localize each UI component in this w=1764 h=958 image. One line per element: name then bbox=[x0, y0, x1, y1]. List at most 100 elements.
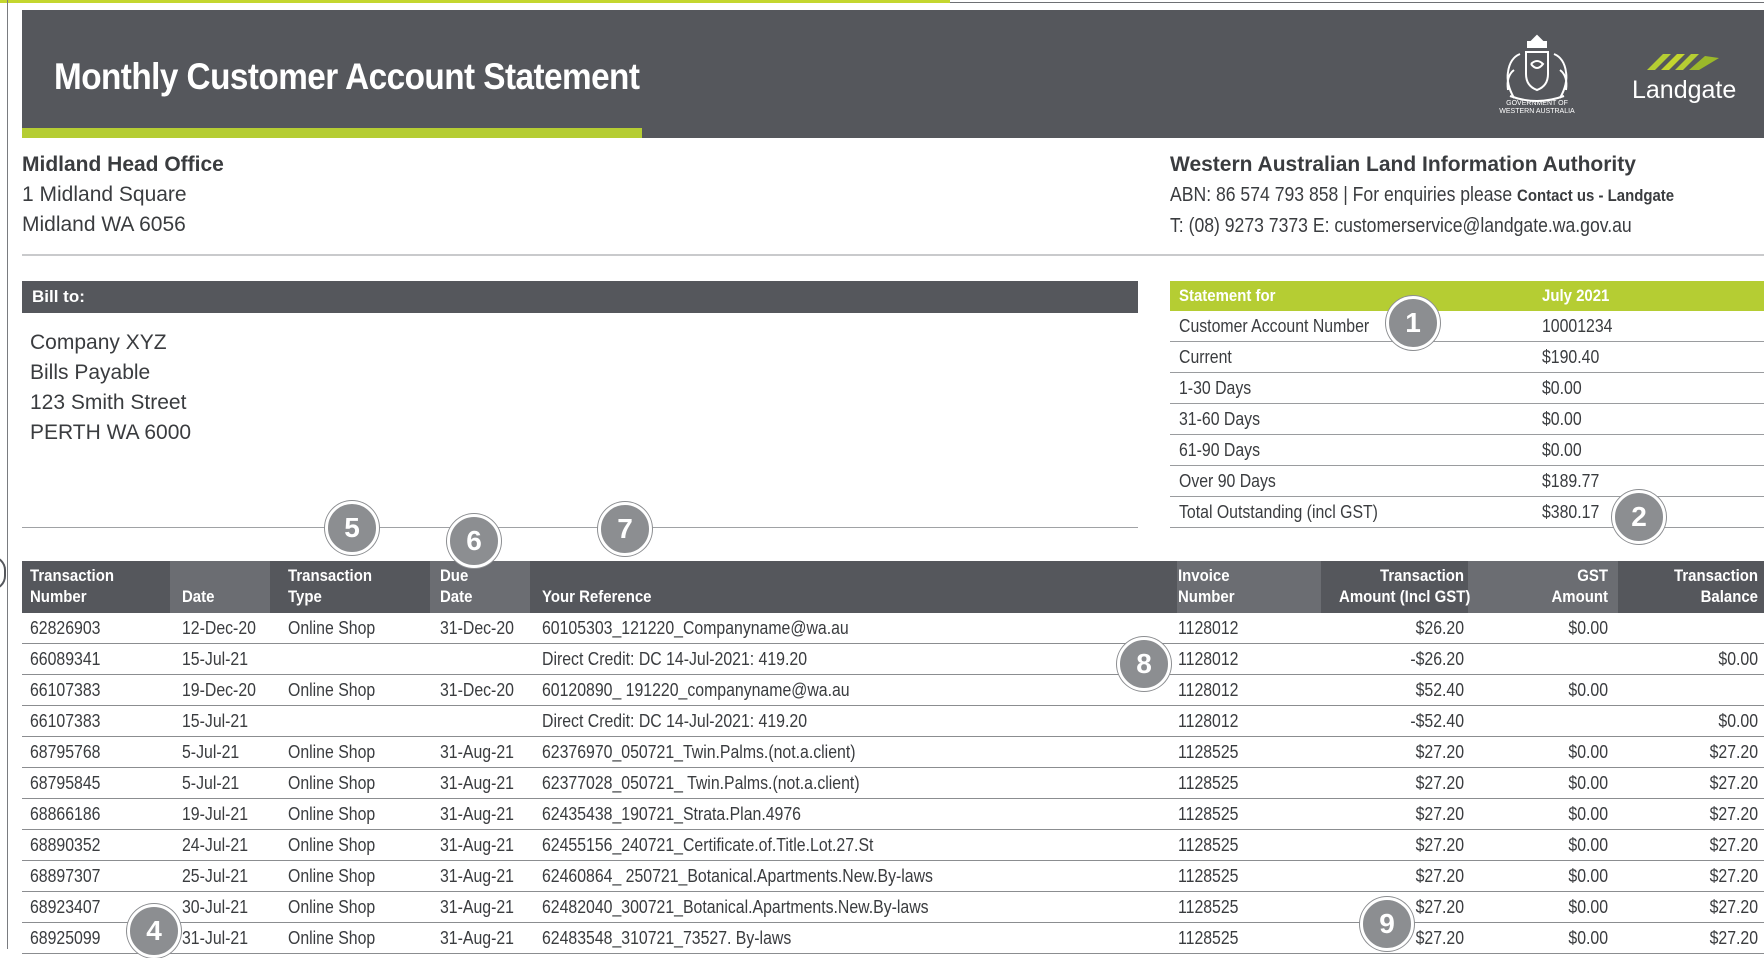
cell-date: 5-Jul-21 bbox=[182, 773, 240, 793]
cell-balance: $27.20 bbox=[1709, 835, 1758, 855]
cell-transaction-type: Online Shop bbox=[288, 835, 376, 855]
cell-due-date: 31-Aug-21 bbox=[440, 773, 514, 793]
cell-transaction-number: 62826903 bbox=[30, 618, 101, 638]
col-header-line: Balance bbox=[1700, 587, 1758, 606]
col-header-transaction-number: Transaction Number bbox=[30, 565, 125, 607]
col-header-line: Date bbox=[182, 587, 215, 606]
col-header-line: Amount (Incl GST) bbox=[1339, 587, 1471, 606]
top-rule-line bbox=[950, 2, 1764, 3]
callout-badge-7: 7 bbox=[598, 502, 652, 556]
bill-to-heading: Bill to: bbox=[22, 281, 1138, 313]
cell-due-date: 31-Dec-20 bbox=[440, 618, 514, 638]
summary-label: Customer Account Number bbox=[1179, 316, 1370, 336]
cell-due-date: 31-Aug-21 bbox=[440, 804, 514, 824]
cell-date: 12-Dec-20 bbox=[182, 618, 256, 638]
cell-date: 19-Jul-21 bbox=[182, 804, 249, 824]
table-row: 66107383 15-Jul-21 Direct Credit: DC 14-… bbox=[22, 706, 1764, 737]
cell-transaction-number: 68923407 bbox=[30, 897, 101, 917]
col-header-date: Date bbox=[182, 586, 219, 607]
cell-gst: $0.00 bbox=[1568, 804, 1608, 824]
table-row: 68866186 19-Jul-21 Online Shop 31-Aug-21… bbox=[22, 799, 1764, 830]
left-rule-line bbox=[7, 0, 8, 949]
summary-row-61-90-days: 61-90 Days $0.00 bbox=[1170, 435, 1764, 466]
summary-row-over-90-days: Over 90 Days $189.77 bbox=[1170, 466, 1764, 497]
col-header-line: Transaction bbox=[30, 566, 114, 585]
cell-gst: $0.00 bbox=[1568, 742, 1608, 762]
summary-label: 61-90 Days bbox=[1179, 440, 1261, 460]
summary-value: $0.00 bbox=[1542, 378, 1582, 398]
cell-amount: $27.20 bbox=[1415, 835, 1464, 855]
table-row: 68890352 24-Jul-21 Online Shop 31-Aug-21… bbox=[22, 830, 1764, 861]
cell-transaction-type: Online Shop bbox=[288, 618, 376, 638]
cell-balance: $27.20 bbox=[1709, 804, 1758, 824]
cell-invoice-number: 1128525 bbox=[1178, 804, 1239, 824]
summary-label: 31-60 Days bbox=[1179, 409, 1261, 429]
statement-summary-table: Statement for July 2021 Customer Account… bbox=[1170, 281, 1764, 528]
col-header-line: Due bbox=[440, 566, 469, 585]
bill-to-divider bbox=[22, 527, 1138, 528]
col-header-line: Number bbox=[1178, 587, 1235, 606]
col-header-line: Invoice bbox=[1178, 566, 1230, 585]
office-address: Midland Head Office 1 Midland Square Mid… bbox=[22, 150, 224, 240]
cell-transaction-type: Online Shop bbox=[288, 742, 376, 762]
cell-amount: $27.20 bbox=[1415, 804, 1464, 824]
abn-text: ABN: 86 574 793 858 | For enquiries plea… bbox=[1170, 184, 1513, 206]
cell-invoice-number: 1128525 bbox=[1178, 835, 1239, 855]
cell-amount: $26.20 bbox=[1415, 618, 1464, 638]
cell-amount: $27.20 bbox=[1415, 773, 1464, 793]
summary-row-current: Current $190.40 bbox=[1170, 342, 1764, 373]
cell-due-date: 31-Dec-20 bbox=[440, 680, 514, 700]
statement-period: July 2021 bbox=[1542, 286, 1610, 305]
cell-due-date: 31-Aug-21 bbox=[440, 897, 514, 917]
statement-title: Monthly Customer Account Statement bbox=[54, 56, 640, 97]
col-header-line: Number bbox=[30, 587, 87, 606]
cell-date: 15-Jul-21 bbox=[182, 711, 249, 731]
cell-reference: 62435438_190721_Strata.Plan.4976 bbox=[542, 804, 801, 824]
cell-invoice-number: 1128525 bbox=[1178, 773, 1239, 793]
cell-invoice-number: 1128012 bbox=[1178, 649, 1239, 669]
header-accent-stripe bbox=[22, 128, 642, 138]
cell-balance: $27.20 bbox=[1709, 742, 1758, 762]
cell-date: 19-Dec-20 bbox=[182, 680, 256, 700]
col-header-transaction-type: Transaction Type bbox=[288, 565, 383, 607]
cell-gst: $0.00 bbox=[1568, 680, 1608, 700]
cell-transaction-type: Online Shop bbox=[288, 804, 376, 824]
col-header-line: Amount bbox=[1551, 587, 1608, 606]
cell-due-date: 31-Aug-21 bbox=[440, 742, 514, 762]
contact-us-link[interactable]: Contact us - Landgate bbox=[1517, 186, 1674, 205]
col-header-gst-amount: GST Amount bbox=[1472, 565, 1608, 607]
summary-label: Total Outstanding (incl GST) bbox=[1179, 502, 1378, 522]
table-row: 68925099 31-Jul-21 Online Shop 31-Aug-21… bbox=[22, 923, 1764, 954]
landgate-logo-icon bbox=[1647, 54, 1719, 70]
bill-to-address: Company XYZ Bills Payable 123 Smith Stre… bbox=[30, 328, 191, 448]
summary-value: $0.00 bbox=[1542, 409, 1582, 429]
col-header-transaction-amount: Transaction Amount (Incl GST) bbox=[1322, 565, 1471, 607]
callout-badge-9: 9 bbox=[1360, 897, 1414, 951]
cell-balance: $27.20 bbox=[1709, 866, 1758, 886]
cell-date: 5-Jul-21 bbox=[182, 742, 240, 762]
callout-badge-4: 4 bbox=[127, 904, 181, 958]
table-row: 68923407 30-Jul-21 Online Shop 31-Aug-21… bbox=[22, 892, 1764, 923]
authority-contact-line: T: (08) 9273 7373 E: customerservice@lan… bbox=[1170, 215, 1632, 237]
office-name: Midland Head Office bbox=[22, 153, 224, 176]
cell-amount: $27.20 bbox=[1415, 866, 1464, 886]
table-row: 68795845 5-Jul-21 Online Shop 31-Aug-21 … bbox=[22, 768, 1764, 799]
cell-transaction-type: Online Shop bbox=[288, 773, 376, 793]
table-row: 62826903 12-Dec-20 Online Shop 31-Dec-20… bbox=[22, 613, 1764, 644]
callout-badge-1: 1 bbox=[1386, 296, 1440, 350]
callout-badge-5: 5 bbox=[325, 501, 379, 555]
summary-value: $190.40 bbox=[1542, 347, 1600, 367]
cell-transaction-number: 68866186 bbox=[30, 804, 101, 824]
bill-to-line: Bills Payable bbox=[30, 361, 151, 384]
authority-abn: ABN: 86 574 793 858 | For enquiries plea… bbox=[1170, 180, 1674, 211]
cell-invoice-number: 1128525 bbox=[1178, 897, 1239, 917]
cell-balance: $0.00 bbox=[1718, 711, 1758, 731]
cell-gst: $0.00 bbox=[1568, 773, 1608, 793]
summary-value: $189.77 bbox=[1542, 471, 1600, 491]
table-row: 68897307 25-Jul-21 Online Shop 31-Aug-21… bbox=[22, 861, 1764, 892]
cell-gst: $0.00 bbox=[1568, 618, 1608, 638]
cell-due-date: 31-Aug-21 bbox=[440, 866, 514, 886]
col-header-line: Transaction bbox=[1674, 566, 1758, 585]
cell-transaction-type: Online Shop bbox=[288, 897, 376, 917]
cell-transaction-number: 68795845 bbox=[30, 773, 101, 793]
